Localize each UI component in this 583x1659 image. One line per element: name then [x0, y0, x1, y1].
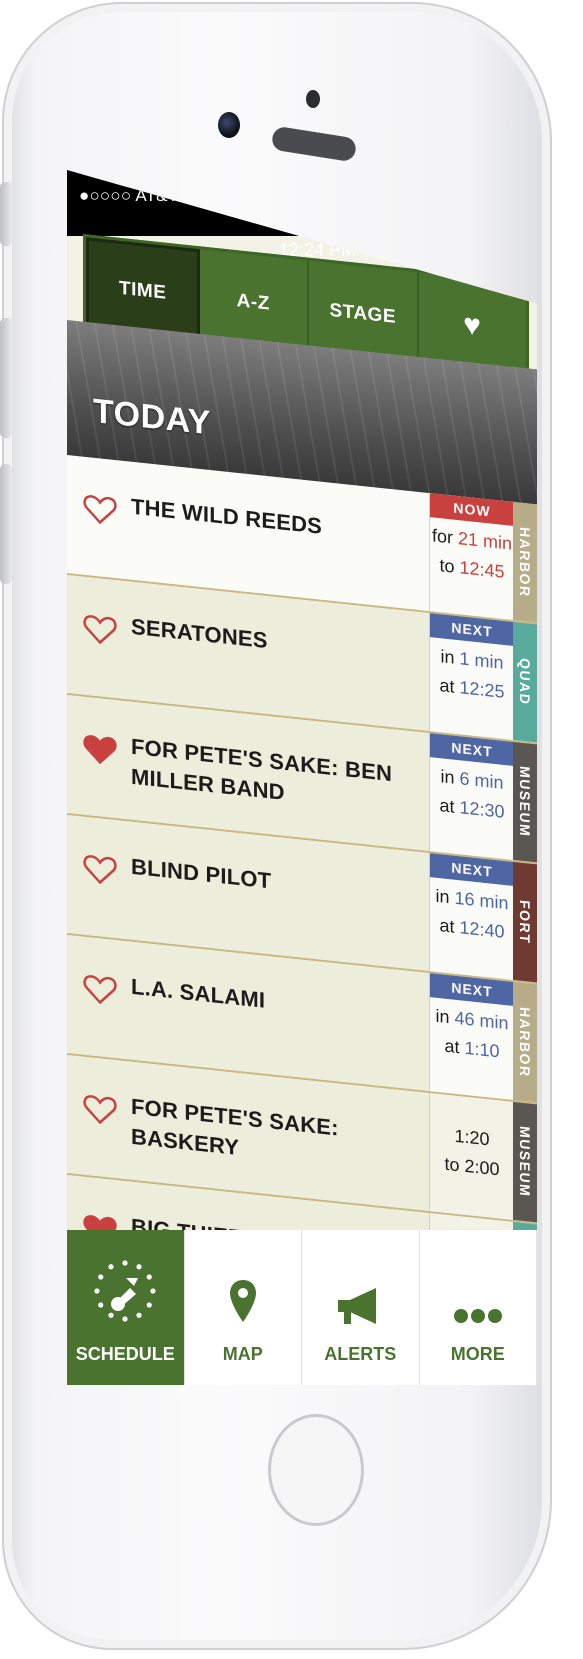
- heart-icon: ♥: [463, 307, 482, 343]
- app-screen: ●○○○○ AT&T LTE 12:24 PM TIME A-Z STAGE ♥…: [67, 170, 537, 1385]
- schedule-list: THE WILD REEDS NOW for 21 min to 12:45 HARBO…: [67, 455, 537, 1345]
- time-prefix: for: [431, 525, 458, 549]
- time-value: 12:30: [459, 797, 505, 822]
- stage-label: HARBOR: [513, 501, 537, 623]
- stage-label: QUAD: [513, 621, 537, 743]
- tab-map[interactable]: MAP: [185, 1230, 302, 1385]
- time-value: 21 min: [457, 528, 513, 554]
- proximity-sensor: [306, 90, 320, 108]
- time-prefix: at: [444, 1035, 465, 1058]
- performer-name: SERATONES: [131, 613, 268, 654]
- volume-down-button: [0, 464, 12, 584]
- time-line-start: in 16 min: [430, 885, 514, 915]
- map-pin-icon: [229, 1280, 256, 1322]
- time-line-start: in 6 min: [430, 765, 514, 795]
- heart-outline-icon[interactable]: [83, 853, 117, 887]
- heart-filled-icon[interactable]: [83, 733, 117, 767]
- performer-name: FOR PETE'S SAKE: BASKERY: [131, 1093, 339, 1161]
- time-box: NEXT in 46 min at 1:10: [429, 973, 514, 1100]
- home-button[interactable]: [268, 1414, 364, 1526]
- time-value: 1 min: [459, 648, 504, 673]
- time-value: 2:00: [464, 1155, 500, 1180]
- tab-alerts-label: ALERTS: [324, 1344, 397, 1364]
- more-dots-icon: [453, 1309, 502, 1323]
- performer-name: L.A. SALAMI: [131, 973, 266, 1013]
- stage-label: MUSEUM: [513, 1101, 537, 1223]
- stage-label: HARBOR: [513, 981, 537, 1103]
- time-value: 6 min: [459, 768, 504, 793]
- time-line-start: in 1 min: [430, 645, 514, 675]
- tab-alerts[interactable]: ALERTS: [302, 1230, 420, 1385]
- front-camera: [218, 112, 240, 138]
- time-value: 16 min: [454, 887, 509, 914]
- heart-outline-icon[interactable]: [83, 973, 117, 1007]
- performer-name: FOR PETE'S SAKE: BEN MILLER BAND: [131, 733, 393, 805]
- performer-name: THE WILD REEDS: [131, 493, 323, 539]
- time-prefix: at: [439, 795, 460, 818]
- time-value: 1:10: [464, 1037, 500, 1062]
- stage-label: FORT: [513, 861, 537, 983]
- time-line-end: to 12:45: [430, 554, 514, 584]
- time-value: 46 min: [454, 1007, 509, 1034]
- time-line-end: at 12:30: [430, 794, 514, 824]
- status-badge: NOW: [430, 493, 514, 526]
- time-prefix: in: [435, 1005, 455, 1028]
- time-prefix: in: [435, 885, 455, 908]
- time-line-end: at 12:25: [430, 674, 514, 704]
- time-line-end: to 2:00: [430, 1152, 514, 1182]
- time-line-end: at 1:10: [430, 1034, 514, 1064]
- time-line-end: at 12:40: [430, 914, 514, 944]
- time-prefix: to: [439, 555, 460, 578]
- time-box: NEXT in 6 min at 12:30: [429, 733, 514, 860]
- time-prefix: at: [439, 675, 460, 698]
- tab-more[interactable]: MORE: [420, 1230, 537, 1385]
- heart-outline-icon[interactable]: [83, 613, 117, 647]
- stage-label: MUSEUM: [513, 741, 537, 863]
- time-prefix: to: [444, 1153, 465, 1176]
- time-box: NOW for 21 min to 12:45: [429, 493, 514, 620]
- bottom-tab-bar: SCHEDULE MAP ALERTS MORE: [67, 1230, 537, 1385]
- mute-switch: [0, 182, 12, 246]
- time-prefix: at: [439, 915, 460, 938]
- volume-up-button: [0, 318, 12, 438]
- earpiece-speaker: [270, 125, 358, 163]
- time-value: 12:40: [459, 917, 505, 942]
- tab-more-label: MORE: [450, 1344, 505, 1364]
- tab-schedule-label: SCHEDULE: [75, 1344, 175, 1364]
- schedule-icon: [94, 1260, 156, 1322]
- performer-name: BLIND PILOT: [131, 853, 272, 894]
- time-line-start: in 46 min: [430, 1005, 514, 1035]
- time-box: NEXT in 16 min at 12:40: [429, 853, 514, 980]
- time-value: 12:45: [459, 557, 505, 582]
- tab-map-label: MAP: [222, 1344, 263, 1364]
- time-box: 1:20 to 2:00: [429, 1093, 514, 1220]
- time-line-start: 1:20: [430, 1123, 514, 1153]
- time-value: 12:25: [459, 677, 505, 702]
- time-box: NEXT in 1 min at 12:25: [429, 613, 514, 740]
- time-prefix: in: [440, 646, 460, 669]
- time-line-start: for 21 min: [430, 525, 514, 555]
- time-value: 1:20: [454, 1125, 490, 1150]
- heart-outline-icon[interactable]: [83, 493, 117, 527]
- megaphone-icon: [338, 1288, 377, 1324]
- time-prefix: in: [440, 766, 460, 789]
- tab-schedule[interactable]: SCHEDULE: [67, 1230, 185, 1385]
- heart-outline-icon[interactable]: [83, 1093, 117, 1127]
